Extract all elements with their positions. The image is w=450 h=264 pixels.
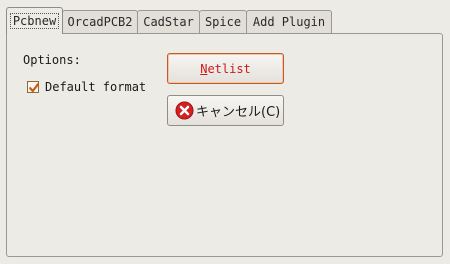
options-label: Options: (23, 53, 81, 67)
tab-orcadpcb2-label: OrcadPCB2 (67, 15, 133, 29)
tab-pcbnew[interactable]: Pcbnew (6, 7, 63, 34)
tab-orcadpcb2[interactable]: OrcadPCB2 (62, 10, 138, 33)
cancel-icon (175, 101, 194, 120)
cancel-button[interactable]: キャンセル(C) (167, 95, 284, 126)
tab-spice[interactable]: Spice (199, 10, 247, 33)
tab-cadstar[interactable]: CadStar (137, 10, 200, 33)
tab-cadstar-label: CadStar (143, 15, 194, 29)
default-format-checkbox[interactable] (27, 81, 39, 93)
checkmark-icon (29, 83, 39, 93)
cancel-button-label: キャンセル(C) (196, 105, 281, 120)
tab-pcbnew-label: Pcbnew (9, 13, 60, 29)
tab-spice-label: Spice (204, 15, 242, 29)
tab-panel-pcbnew: Options: Default format Netlist キャンセル(C) (6, 33, 443, 257)
netlist-button[interactable]: Netlist (167, 53, 284, 84)
tab-add-plugin-label: Add Plugin (252, 15, 326, 29)
tab-bar: Pcbnew OrcadPCB2 CadStar Spice Add Plugi… (6, 7, 332, 34)
default-format-checkbox-row[interactable]: Default format (27, 80, 146, 94)
default-format-label: Default format (45, 80, 147, 94)
netlist-button-label: Netlist (200, 61, 251, 76)
tab-add-plugin[interactable]: Add Plugin (246, 10, 332, 33)
netlist-dialog: Pcbnew OrcadPCB2 CadStar Spice Add Plugi… (0, 0, 450, 264)
